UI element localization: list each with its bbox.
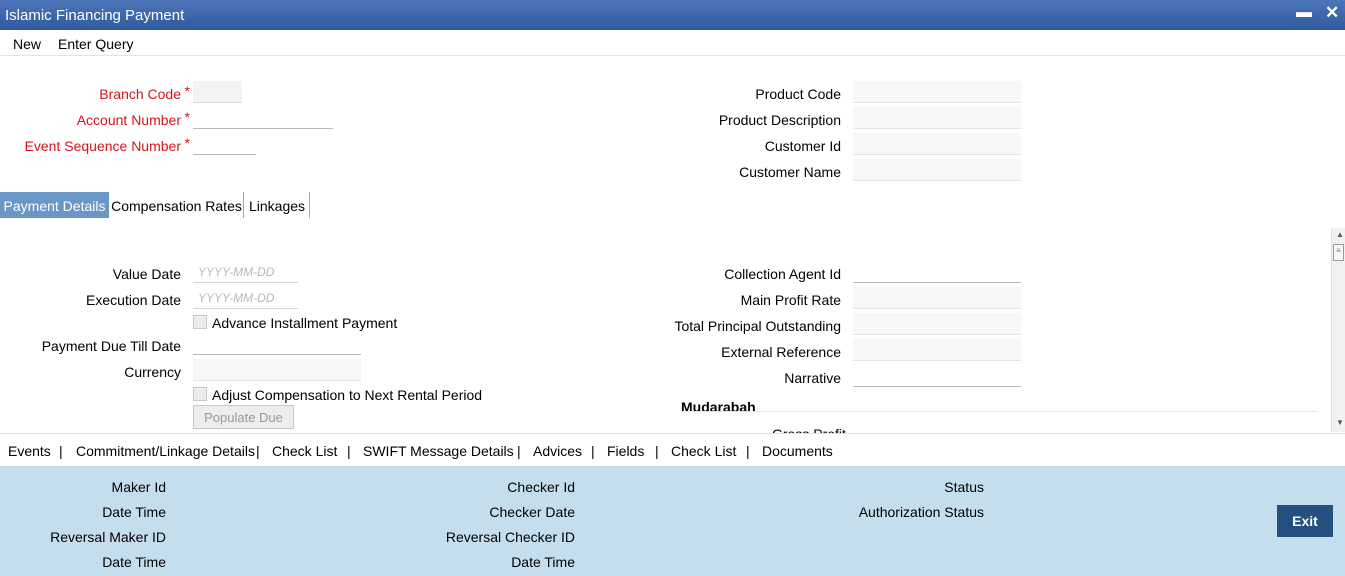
total-principal-outstanding-label: Total Principal Outstanding bbox=[674, 318, 841, 334]
execution-date-placeholder: YYYY-MM-DD bbox=[198, 291, 275, 305]
currency-field[interactable] bbox=[193, 359, 361, 381]
customer-id-label: Customer Id bbox=[764, 138, 841, 154]
narrative-field[interactable] bbox=[853, 365, 1021, 387]
section-divider bbox=[681, 411, 1317, 412]
advance-installment-label: Advance Installment Payment bbox=[212, 315, 398, 331]
tab-compensation-rates[interactable]: Compensation Rates bbox=[109, 192, 244, 218]
execution-date-field[interactable]: YYYY-MM-DD bbox=[193, 287, 298, 309]
execution-date-label: Execution Date bbox=[86, 292, 181, 308]
new-menu-item[interactable]: New bbox=[13, 36, 41, 52]
value-date-field[interactable]: YYYY-MM-DD bbox=[193, 261, 298, 283]
account-number-field[interactable] bbox=[193, 107, 333, 129]
tab-payment-details[interactable]: Payment Details bbox=[0, 192, 109, 218]
checker-date-label: Checker Date bbox=[489, 504, 575, 520]
tab-divider bbox=[309, 192, 310, 218]
payment-due-till-date-field[interactable] bbox=[193, 333, 361, 355]
maker-id-label: Maker Id bbox=[111, 479, 166, 495]
bottom-navigation: Events | Commitment/Linkage Details | Ch… bbox=[0, 433, 1345, 466]
nav-separator: | bbox=[517, 443, 521, 459]
reversal-maker-id-label: Reversal Maker ID bbox=[50, 529, 166, 545]
date-time-label: Date Time bbox=[102, 504, 166, 520]
swift-message-details-link[interactable]: SWIFT Message Details bbox=[363, 443, 514, 459]
window-title: Islamic Financing Payment bbox=[5, 7, 185, 24]
audit-footer bbox=[0, 466, 1345, 576]
tab-linkages-label: Linkages bbox=[248, 198, 306, 214]
payment-due-till-date-label: Payment Due Till Date bbox=[41, 338, 181, 354]
external-reference-label: External Reference bbox=[721, 344, 841, 360]
account-number-label: Account Number * bbox=[76, 109, 190, 128]
narrative-label: Narrative bbox=[784, 370, 841, 386]
main-profit-rate-label: Main Profit Rate bbox=[740, 292, 841, 308]
scrollbar-thumb[interactable]: ≡ bbox=[1333, 244, 1344, 261]
enter-query-menu-item[interactable]: Enter Query bbox=[58, 36, 133, 52]
minimize-icon[interactable]: ▬ bbox=[1296, 4, 1312, 22]
content-scrollbar[interactable]: ▲ ≡ ▼ bbox=[1331, 228, 1345, 432]
event-sequence-number-field[interactable] bbox=[193, 133, 256, 155]
branch-code-field[interactable] bbox=[193, 81, 242, 103]
tab-linkages[interactable]: Linkages bbox=[244, 192, 310, 218]
arrow-up-icon[interactable]: ▲ bbox=[1336, 230, 1344, 239]
event-sequence-number-label: Event Sequence Number * bbox=[24, 135, 190, 154]
main-profit-rate-field[interactable] bbox=[853, 287, 1021, 309]
documents-link[interactable]: Documents bbox=[762, 443, 833, 459]
fields-link[interactable]: Fields bbox=[607, 443, 644, 459]
customer-name-field[interactable] bbox=[853, 159, 1021, 181]
checker-id-label: Checker Id bbox=[507, 479, 575, 495]
product-description-label: Product Description bbox=[718, 112, 841, 128]
value-date-placeholder: YYYY-MM-DD bbox=[198, 265, 275, 279]
tab-compensation-rates-label: Compensation Rates bbox=[111, 198, 242, 214]
nav-separator: | bbox=[655, 443, 659, 459]
currency-label: Currency bbox=[124, 364, 181, 380]
nav-separator: | bbox=[347, 443, 351, 459]
product-code-field[interactable] bbox=[853, 81, 1021, 103]
collection-agent-id-label: Collection Agent Id bbox=[724, 266, 841, 282]
collection-agent-id-field[interactable] bbox=[853, 261, 1021, 283]
product-code-label: Product Code bbox=[755, 86, 841, 102]
adjust-compensation-checkbox[interactable] bbox=[193, 387, 207, 401]
customer-name-label: Customer Name bbox=[739, 164, 841, 180]
mudarabah-heading: Mudarabah bbox=[681, 399, 756, 415]
check-list-link[interactable]: Check List bbox=[272, 443, 337, 459]
events-link[interactable]: Events bbox=[8, 443, 51, 459]
advices-link[interactable]: Advices bbox=[533, 443, 582, 459]
total-principal-outstanding-field[interactable] bbox=[853, 313, 1021, 335]
status-label: Status bbox=[944, 479, 984, 495]
nav-separator: | bbox=[59, 443, 63, 459]
checker-date-time-label: Date Time bbox=[511, 554, 575, 570]
value-date-label: Value Date bbox=[112, 266, 181, 282]
nav-separator: | bbox=[591, 443, 595, 459]
reversal-date-time-label: Date Time bbox=[102, 554, 166, 570]
close-icon[interactable]: ✕ bbox=[1325, 3, 1339, 23]
arrow-down-icon[interactable]: ▼ bbox=[1336, 418, 1344, 427]
nav-separator: | bbox=[256, 443, 260, 459]
populate-due-button[interactable]: Populate Due bbox=[193, 405, 294, 429]
customer-id-field[interactable] bbox=[853, 133, 1021, 155]
reversal-checker-id-label: Reversal Checker ID bbox=[445, 529, 575, 545]
commitment-linkage-details-link[interactable]: Commitment/Linkage Details bbox=[76, 443, 255, 459]
menu-bar: New Enter Query bbox=[0, 30, 1345, 56]
branch-code-label: Branch Code * bbox=[99, 83, 190, 102]
authorization-status-label: Authorization Status bbox=[858, 504, 984, 520]
exit-button[interactable]: Exit bbox=[1277, 505, 1333, 537]
window-title-bar: Islamic Financing Payment ▬ ✕ bbox=[0, 0, 1345, 30]
adjust-compensation-label: Adjust Compensation to Next Rental Perio… bbox=[212, 387, 483, 403]
external-reference-field[interactable] bbox=[853, 339, 1021, 361]
advance-installment-checkbox[interactable] bbox=[193, 315, 207, 329]
tab-payment-details-label: Payment Details bbox=[3, 198, 106, 214]
product-description-field[interactable] bbox=[853, 107, 1021, 129]
check-list-link-2[interactable]: Check List bbox=[671, 443, 736, 459]
nav-separator: | bbox=[746, 443, 750, 459]
